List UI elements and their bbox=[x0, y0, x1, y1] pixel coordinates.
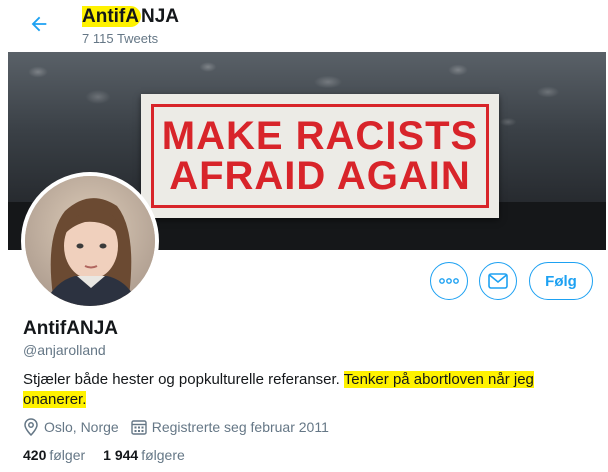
sticker-frame: MAKE RACISTS AFRAID AGAIN bbox=[151, 104, 489, 208]
bio-text: Stjæler både hester og popkulturelle ref… bbox=[23, 371, 344, 388]
back-button[interactable] bbox=[24, 9, 54, 39]
profile-meta: Oslo, Norge Registrerte seg februar 2011 bbox=[23, 418, 341, 436]
message-button[interactable] bbox=[479, 262, 517, 300]
sticker-line-2: AFRAID AGAIN bbox=[169, 154, 471, 198]
arrow-left-icon bbox=[31, 16, 47, 32]
followers-label: følgere bbox=[141, 447, 185, 463]
header-name-highlight: AntifA bbox=[82, 6, 141, 27]
tweet-count: 7 115 Tweets bbox=[82, 31, 159, 46]
following-label: følger bbox=[49, 447, 86, 463]
more-button[interactable] bbox=[430, 262, 468, 300]
more-icon bbox=[439, 278, 459, 284]
profile-header-bar: AntifA NJA 7 115 Tweets bbox=[0, 0, 608, 50]
profile-display-name: AntifANJA bbox=[23, 318, 118, 339]
bio-highlight-2: onanerer. bbox=[23, 391, 87, 408]
avatar-photo bbox=[25, 176, 155, 306]
profile-bio: Stjæler både hester og popkulturelle ref… bbox=[23, 370, 583, 410]
avatar[interactable] bbox=[21, 172, 159, 310]
bio-highlight-1: Tenker på abortloven når jeg bbox=[343, 371, 534, 388]
location: Oslo, Norge bbox=[23, 418, 119, 436]
sticker-line-1: MAKE RACISTS bbox=[161, 114, 479, 158]
profile-handle: @anjarolland bbox=[23, 342, 106, 358]
following-link[interactable]: 420 følger bbox=[23, 447, 85, 463]
location-pin-icon bbox=[24, 418, 38, 436]
envelope-icon bbox=[488, 273, 508, 289]
location-text: Oslo, Norge bbox=[44, 419, 119, 435]
calendar-icon bbox=[131, 420, 147, 435]
banner-sticker: MAKE RACISTS AFRAID AGAIN bbox=[141, 94, 499, 218]
follow-stats: 420 følger 1 944 følgere bbox=[23, 447, 203, 463]
followers-count: 1 944 bbox=[103, 447, 139, 463]
header-name-rest: NJA bbox=[140, 6, 179, 27]
header-display-name: AntifA NJA bbox=[82, 6, 179, 28]
join-date-text: Registrerte seg februar 2011 bbox=[151, 419, 329, 435]
follow-button[interactable]: Følg bbox=[529, 262, 593, 300]
join-date: Registrerte seg februar 2011 bbox=[131, 419, 329, 435]
followers-link[interactable]: 1 944 følgere bbox=[103, 447, 185, 463]
following-count: 420 bbox=[23, 447, 47, 463]
